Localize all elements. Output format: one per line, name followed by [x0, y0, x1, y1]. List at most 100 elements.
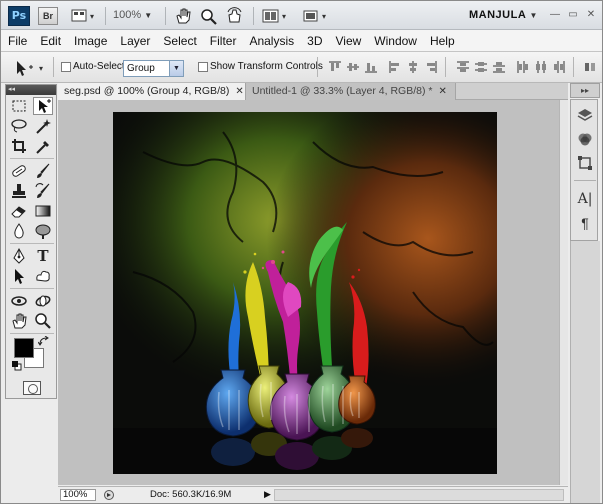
menu-3d[interactable]: 3D: [307, 34, 322, 48]
gradient-tool[interactable]: [33, 202, 53, 220]
menu-file[interactable]: File: [8, 34, 27, 48]
tab-seg-psd[interactable]: seg.psd @ 100% (Group 4, RGB/8) ✕: [58, 83, 246, 100]
transform-icon: [578, 156, 592, 170]
arrange-documents-button[interactable]: ▾: [261, 7, 291, 25]
paragraph-panel-button[interactable]: ¶: [576, 214, 594, 232]
distribute-vertical-center-icon[interactable]: [475, 61, 487, 73]
custom-shape-tool[interactable]: [33, 267, 53, 285]
align-left-icon[interactable]: [389, 61, 401, 73]
history-brush-icon: [35, 183, 50, 198]
zoom-level-dropdown[interactable]: 100% ▼: [113, 9, 152, 21]
align-horizontal-center-icon[interactable]: [407, 61, 419, 73]
panel-dock: A| ¶: [570, 99, 598, 241]
quick-mask-button[interactable]: [23, 381, 41, 395]
default-colors-icon[interactable]: [12, 361, 22, 371]
close-icon[interactable]: ✕: [235, 86, 243, 97]
tab-untitled-1[interactable]: Untitled-1 @ 33.3% (Layer 4, RGB/8) * ✕: [246, 83, 456, 100]
vertical-scrollbar[interactable]: [559, 100, 568, 485]
tool-preset-picker[interactable]: ▾: [7, 58, 47, 78]
status-menu-arrow[interactable]: ▶: [264, 489, 271, 500]
menu-help[interactable]: Help: [430, 34, 455, 48]
type-tool[interactable]: T: [33, 247, 53, 265]
align-top-icon[interactable]: [329, 61, 341, 73]
transform-panel-button[interactable]: [576, 154, 594, 172]
layers-icon: [577, 109, 593, 121]
menu-image[interactable]: Image: [74, 34, 107, 48]
dock-separator: [574, 180, 596, 181]
swap-colors-icon[interactable]: [38, 336, 50, 346]
character-icon: A|: [577, 191, 593, 207]
workspace-switcher[interactable]: MANJULA ▼: [469, 9, 538, 21]
foreground-color-swatch[interactable]: [14, 338, 34, 358]
zoom-tool[interactable]: [33, 312, 53, 330]
move-tool[interactable]: [33, 97, 53, 115]
auto-align-layers-icon[interactable]: [584, 61, 596, 73]
rotate-view-button[interactable]: [225, 7, 245, 25]
distribute-top-icon[interactable]: [457, 61, 469, 73]
status-zoom-field[interactable]: 100%: [60, 489, 96, 501]
hand-tool[interactable]: [9, 312, 29, 330]
dodge-icon: [35, 224, 51, 239]
layers-panel-button[interactable]: [576, 106, 594, 124]
zoom-tool-button[interactable]: [199, 7, 219, 25]
align-bottom-icon[interactable]: [365, 61, 377, 73]
magnifier-icon: [201, 9, 217, 25]
close-icon[interactable]: ✕: [438, 86, 446, 97]
menu-view[interactable]: View: [335, 34, 361, 48]
svg-text:▾: ▾: [322, 12, 326, 21]
view-extras-button[interactable]: ▾: [71, 7, 99, 25]
minimize-button[interactable]: —: [548, 9, 562, 21]
bridge-button[interactable]: Br: [38, 7, 58, 25]
eraser-tool[interactable]: [9, 202, 29, 220]
clone-stamp-tool[interactable]: [9, 182, 29, 200]
menu-edit[interactable]: Edit: [40, 34, 61, 48]
pen-tool[interactable]: [9, 247, 29, 265]
brush-tool[interactable]: [33, 162, 53, 180]
tools-separator: [10, 158, 54, 159]
distribute-right-icon[interactable]: [553, 61, 565, 73]
magic-wand-tool[interactable]: [33, 117, 53, 135]
align-vertical-center-icon[interactable]: [347, 61, 359, 73]
screen-mode-button[interactable]: ▾: [301, 7, 331, 25]
channels-panel-button[interactable]: [576, 130, 594, 148]
horizontal-scrollbar[interactable]: [274, 489, 564, 501]
character-panel-button[interactable]: A|: [576, 190, 594, 208]
dodge-tool[interactable]: [33, 222, 53, 240]
auto-select-value: Group: [127, 63, 155, 74]
crop-tool[interactable]: [9, 137, 29, 155]
lasso-tool[interactable]: [9, 117, 29, 135]
menu-filter[interactable]: Filter: [210, 34, 237, 48]
rotate-view-icon: [227, 7, 242, 23]
tools-panel-header[interactable]: ◂◂: [6, 85, 56, 95]
menu-select[interactable]: Select: [163, 34, 196, 48]
appbar-separator: [165, 7, 166, 25]
status-options-icon[interactable]: [102, 489, 116, 501]
document-image[interactable]: [113, 112, 497, 474]
healing-brush-tool[interactable]: [9, 162, 29, 180]
menu-layer[interactable]: Layer: [120, 34, 150, 48]
blur-tool[interactable]: [9, 222, 29, 240]
appbar-separator: [253, 7, 254, 25]
align-right-icon[interactable]: [425, 61, 437, 73]
path-selection-tool[interactable]: [9, 267, 29, 285]
3d-rotate-tool[interactable]: [9, 292, 29, 310]
distribute-horizontal-center-icon[interactable]: [535, 61, 547, 73]
marquee-tool[interactable]: [9, 97, 29, 115]
distribute-bottom-icon[interactable]: [493, 61, 505, 73]
menu-analysis[interactable]: Analysis: [249, 34, 294, 48]
3d-orbit-tool[interactable]: [33, 292, 53, 310]
history-brush-tool[interactable]: [33, 182, 53, 200]
auto-select-dropdown[interactable]: Group ▼: [123, 60, 184, 77]
distribute-left-icon[interactable]: [517, 61, 529, 73]
dock-header[interactable]: ▸▸: [570, 83, 600, 98]
hand-tool-button[interactable]: [173, 7, 193, 25]
svg-text:▾: ▾: [282, 12, 286, 21]
eyedropper-tool[interactable]: [33, 137, 53, 155]
show-transform-checkbox[interactable]: [198, 62, 208, 72]
auto-select-checkbox[interactable]: [61, 62, 71, 72]
menu-window[interactable]: Window: [374, 34, 417, 48]
close-button[interactable]: ✕: [584, 9, 598, 21]
maximize-button[interactable]: ▭: [566, 9, 580, 21]
menu-bar: File Edit Image Layer Select Filter Anal…: [1, 30, 602, 52]
canvas-area[interactable]: [58, 100, 559, 485]
